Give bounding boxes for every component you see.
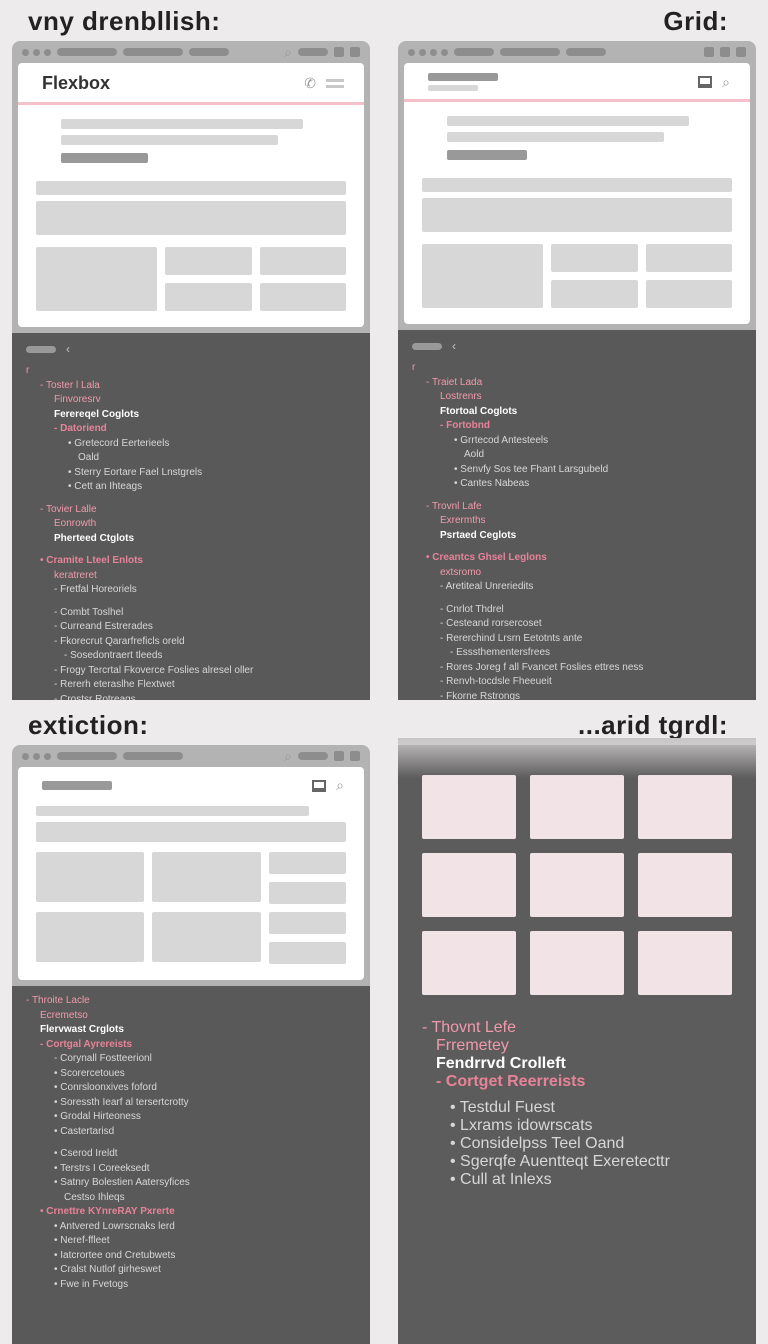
search-icon[interactable]: ⌕ (722, 74, 730, 91)
quadrant-title: ...arid tgrdl: (386, 704, 768, 745)
layers-icon[interactable] (698, 76, 712, 88)
layers-icon[interactable] (312, 780, 326, 792)
grid-tile (422, 853, 516, 917)
quadrant-title: Grid: (386, 0, 768, 41)
browser-mock: ⌕ ⌕ (12, 745, 370, 986)
quadrant-extiction: extiction: ⌕ ⌕ (0, 704, 382, 1344)
quadrant-grid: Grid: ⌕ (386, 0, 768, 700)
grid-tile (530, 775, 624, 839)
search-icon[interactable]: ⌕ (336, 777, 344, 794)
grid-tile (422, 775, 516, 839)
code-panel: ‹ r Traiet Lada Lostrenrs Ftortoal Coglo… (398, 330, 756, 700)
menu-icon[interactable] (326, 79, 344, 88)
grid-tile (530, 931, 624, 995)
chevron-left-icon: ‹ (66, 341, 70, 358)
search-icon: ⌕ (284, 44, 292, 61)
quadrant-arid-tgrdl: ...arid tgrdl: Thovnt Lefe Frremetey Fen… (386, 704, 768, 1344)
code-panel: ‹ r Toster l Lala Finvoresrv Ferereqel C… (12, 333, 370, 700)
comparison-grid: vny drenbllish: ⌕ Flexbox ✆ (0, 0, 768, 1344)
grid-tile (530, 853, 624, 917)
grid-tile (638, 775, 732, 839)
quadrant-title: extiction: (0, 704, 382, 745)
grid-tile (638, 853, 732, 917)
grid-tile (638, 931, 732, 995)
phone-icon: ✆ (304, 75, 316, 92)
tile-grid (422, 775, 732, 995)
quadrant-title: vny drenbllish: (0, 0, 382, 41)
quadrant-flexbox: vny drenbllish: ⌕ Flexbox ✆ (0, 0, 382, 700)
browser-mock: ⌕ Flexbox ✆ (12, 41, 370, 333)
code-panel: Throite Lacle Ecremetso Flervwast Crglot… (12, 986, 370, 1344)
browser-mock: ⌕ (398, 41, 756, 330)
grid-tile (422, 931, 516, 995)
code-panel: Thovnt Lefe Frremetey Fendrrvd Crolleft … (422, 1019, 732, 1189)
page-brand: Flexbox (42, 73, 110, 94)
hero-card (36, 247, 157, 311)
browser-chrome: ⌕ (12, 41, 370, 63)
